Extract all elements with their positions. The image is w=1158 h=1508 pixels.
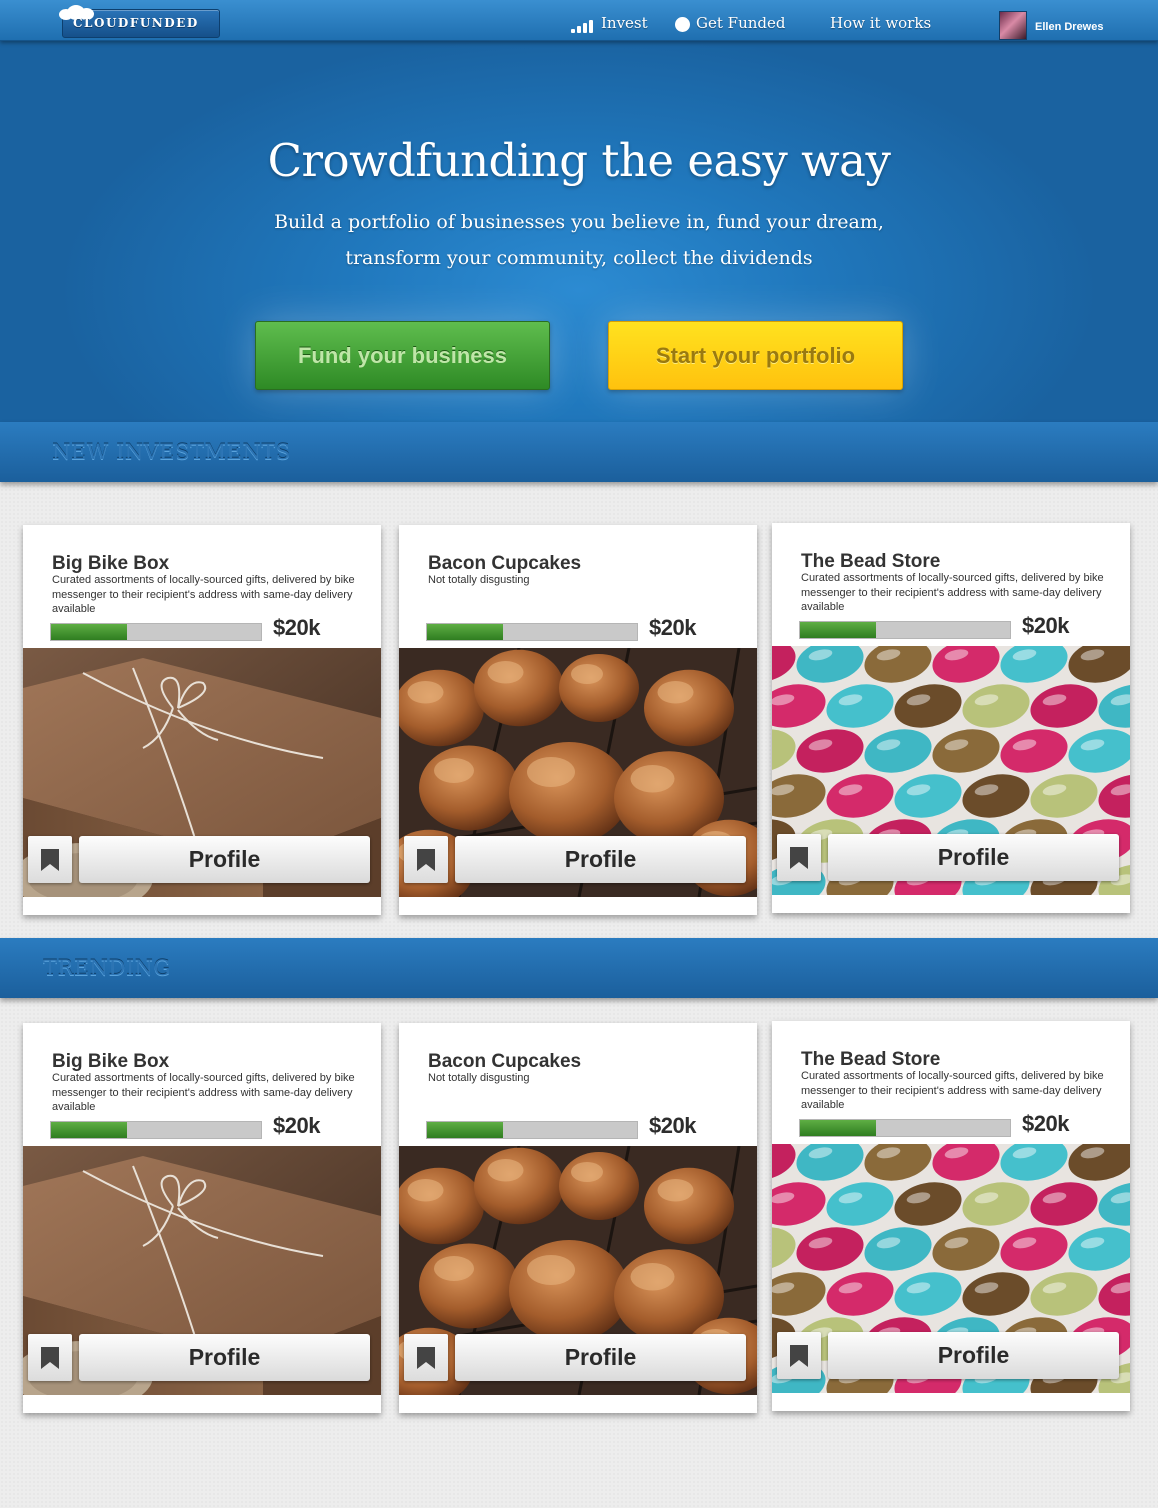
funding-amount: $20k [273,615,320,640]
signal-bars-icon [571,20,593,33]
profile-button[interactable]: Profile [455,836,746,883]
funding-progress-bar [799,621,1011,639]
bookmark-button[interactable] [777,1332,821,1379]
card-description: Curated assortments of locally-sourced g… [52,574,355,615]
funding-progress-bar [426,623,638,641]
card-title[interactable]: Big Bike Box [52,553,169,575]
investment-card: Bacon Cupcakes Not totally disgusting $2… [399,525,757,915]
profile-button[interactable]: Profile [79,836,370,883]
funding-progress-bar [426,1121,638,1139]
user-name[interactable]: Ellen Drewes [1035,21,1103,33]
investment-card: Big Bike Box Curated assortments of loca… [23,525,381,915]
section-title: TRENDING [43,956,171,980]
funding-amount: $20k [1022,613,1069,638]
card-description: Not totally disgusting [428,574,530,586]
circle-icon [675,17,690,32]
bookmark-button[interactable] [28,836,72,883]
funding-progress-bar [50,1121,262,1139]
funding-progress-fill [427,624,503,640]
bookmark-icon [417,849,435,871]
card-title[interactable]: The Bead Store [801,1049,940,1071]
card-description: Not totally disgusting [428,1072,530,1084]
card-title[interactable]: Bacon Cupcakes [428,1051,581,1073]
funding-amount: $20k [649,615,696,640]
hero-subtitle-line1: Build a portfolio of businesses you beli… [274,211,884,233]
funding-progress-fill [51,1122,127,1138]
funding-progress-fill [800,622,876,638]
hero-subtitle-line2: transform your community, collect the di… [345,247,813,269]
funding-progress-fill [427,1122,503,1138]
bookmark-button[interactable] [777,834,821,881]
card-photo[interactable]: Profile [772,646,1130,895]
funding-amount: $20k [273,1113,320,1138]
logo[interactable]: CLOUDFUNDED [59,5,220,38]
investment-card: Big Bike Box Curated assortments of loca… [23,1023,381,1413]
bookmark-button[interactable] [404,836,448,883]
investment-card: The Bead Store Curated assortments of lo… [772,523,1130,913]
investment-card: Bacon Cupcakes Not totally disgusting $2… [399,1023,757,1413]
card-photo[interactable]: Profile [772,1144,1130,1393]
section-header-trending: TRENDING [0,938,1158,998]
bookmark-button[interactable] [404,1334,448,1381]
card-photo[interactable]: Profile [399,648,757,897]
card-photo[interactable]: Profile [399,1146,757,1395]
section-title: NEW INVESTMENTS [52,440,291,464]
profile-button[interactable]: Profile [455,1334,746,1381]
card-description: Curated assortments of locally-sourced g… [52,1072,355,1113]
funding-progress-fill [800,1120,876,1136]
bookmark-icon [41,849,59,871]
nav-how-it-works[interactable]: How it works [830,14,931,32]
investment-card: The Bead Store Curated assortments of lo… [772,1021,1130,1411]
funding-amount: $20k [1022,1111,1069,1136]
top-nav: CLOUDFUNDED Invest Get Funded How it wor… [0,0,1158,41]
card-title[interactable]: Big Bike Box [52,1051,169,1073]
profile-button[interactable]: Profile [828,1332,1119,1379]
start-portfolio-button[interactable]: Start your portfolio [608,321,903,390]
bookmark-icon [41,1347,59,1369]
bookmark-icon [790,1345,808,1367]
funding-amount: $20k [649,1113,696,1138]
card-description: Curated assortments of locally-sourced g… [801,1070,1104,1111]
card-photo[interactable]: Profile [23,1146,381,1395]
card-description: Curated assortments of locally-sourced g… [801,572,1104,613]
bookmark-button[interactable] [28,1334,72,1381]
funding-progress-fill [51,624,127,640]
logo-text: CLOUDFUNDED [73,16,199,30]
nav-get-funded[interactable]: Get Funded [696,14,785,32]
hero-title: Crowdfunding the easy way [267,134,891,187]
card-photo[interactable]: Profile [23,648,381,897]
nav-invest[interactable]: Invest [601,14,648,32]
card-title[interactable]: The Bead Store [801,551,940,573]
hero: Crowdfunding the easy way Build a portfo… [0,40,1158,422]
bookmark-icon [417,1347,435,1369]
profile-button[interactable]: Profile [828,834,1119,881]
avatar[interactable] [999,11,1027,40]
card-title[interactable]: Bacon Cupcakes [428,553,581,575]
section-header-new-investments: NEW INVESTMENTS [0,422,1158,482]
bookmark-icon [790,847,808,869]
profile-button[interactable]: Profile [79,1334,370,1381]
funding-progress-bar [50,623,262,641]
funding-progress-bar [799,1119,1011,1137]
fund-business-button[interactable]: Fund your business [255,321,550,390]
